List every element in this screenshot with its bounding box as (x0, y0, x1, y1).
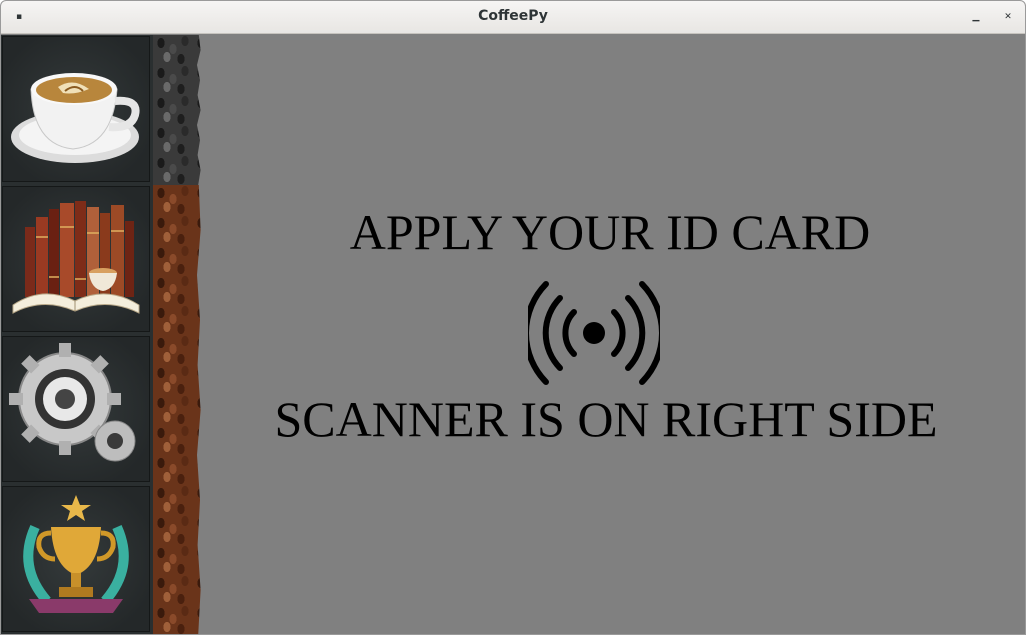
app-window: ▪ CoffeePy ▁ ✕ APPLY YOUR ID CARD SCANNE… (0, 0, 1026, 635)
close-button[interactable]: ✕ (1001, 10, 1015, 24)
books-icon (12, 201, 140, 314)
scanner-location-text: SCANNER IS ON RIGHT SIDE (274, 391, 938, 447)
coffee-cup-icon (11, 73, 140, 163)
main-panel: APPLY YOUR ID CARD SCANNER IS ON RIGHT S… (203, 35, 1025, 634)
gears-icon (9, 343, 136, 462)
sidebar-item-library[interactable] (2, 186, 150, 332)
trophy-icon (23, 495, 129, 613)
window-title: CoffeePy (478, 8, 548, 24)
sidebar-item-settings[interactable] (2, 336, 150, 482)
id-card-prompt: APPLY YOUR ID CARD (349, 204, 871, 260)
sidebar (1, 35, 153, 634)
sidebar-item-coffee[interactable] (2, 36, 150, 182)
nfc-signal-icon (528, 281, 660, 385)
sidebar-item-leaderboard[interactable] (2, 486, 150, 632)
title-bar[interactable]: ▪ CoffeePy ▁ ✕ (1, 1, 1025, 34)
minimize-button[interactable]: ▁ (969, 10, 983, 24)
coffee-beans-strip-top (153, 35, 203, 185)
